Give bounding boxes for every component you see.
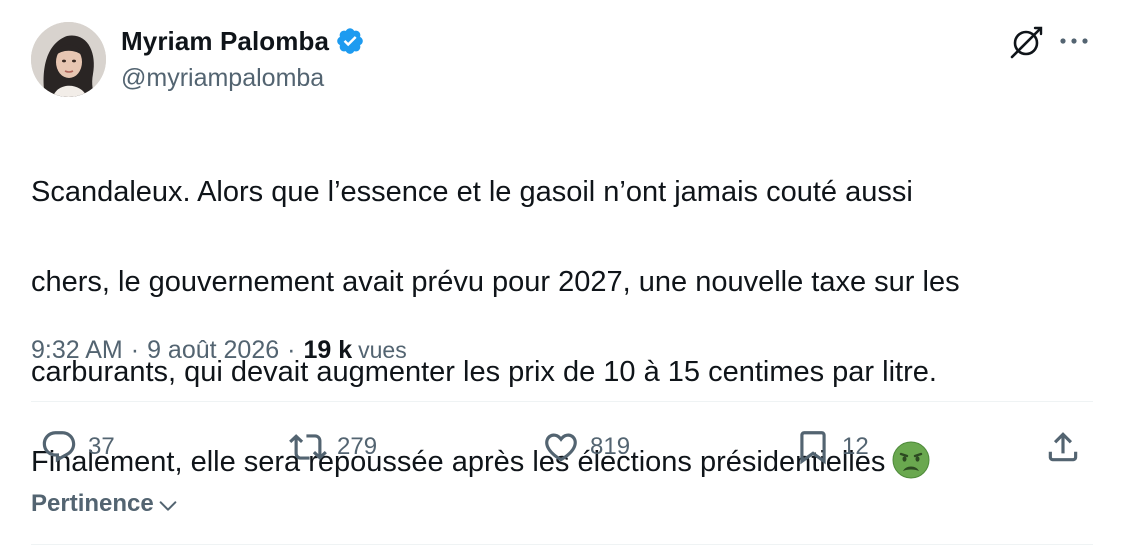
- views-label: vues: [358, 337, 407, 363]
- sort-label: Pertinence: [31, 490, 154, 517]
- bookmark-count: 12: [842, 433, 869, 460]
- avatar-image: [31, 22, 106, 97]
- share-icon: [1048, 432, 1078, 462]
- reply-icon: [42, 431, 76, 463]
- tweet-time[interactable]: 9:32 AM: [31, 336, 123, 365]
- like-count: 819: [590, 433, 631, 460]
- reply-count: 37: [88, 433, 115, 460]
- tweet-meta: 9:32 AM · 9 août 2026 · 19 k vues: [31, 336, 407, 365]
- author-handle[interactable]: @myriampalomba: [121, 64, 324, 93]
- reply-button[interactable]: 37: [40, 426, 115, 468]
- tweet-text: Scandaleux. Alors que l’essence et le ga…: [31, 125, 1091, 530]
- nauseated-face-icon: [891, 440, 931, 480]
- meta-separator: ·: [130, 336, 140, 364]
- tweet-line: Scandaleux. Alors que l’essence et le ga…: [31, 176, 913, 208]
- more-options-icon[interactable]: [1057, 30, 1091, 52]
- bookmark-icon: [800, 431, 826, 465]
- author-name-row: Myriam Palomba: [121, 24, 365, 58]
- reply-sort-dropdown[interactable]: Pertinence: [31, 490, 179, 518]
- post: Myriam Palomba @myriampalomba Scandaleux…: [31, 0, 1093, 545]
- grok-icon[interactable]: [1007, 24, 1045, 62]
- views-count: 19 k: [303, 336, 353, 364]
- heart-icon: [545, 433, 577, 462]
- tweet-line: chers, le gouvernement avait prévu pour …: [31, 266, 960, 298]
- share-button[interactable]: [1044, 426, 1082, 468]
- chevron-down-icon: [159, 501, 177, 511]
- tweet-line-text: Finalement, elle sera repoussée après le…: [31, 446, 886, 478]
- like-button[interactable]: 819: [542, 426, 630, 468]
- meta-separator: ·: [287, 336, 296, 364]
- repost-button[interactable]: 279: [289, 426, 377, 468]
- repost-icon: [289, 434, 327, 460]
- author-name[interactable]: Myriam Palomba: [121, 26, 329, 57]
- divider: [31, 401, 1093, 402]
- tweet-date[interactable]: 9 août 2026: [147, 336, 279, 365]
- bookmark-button[interactable]: 12: [794, 426, 869, 468]
- verified-badge-icon: [335, 26, 365, 56]
- repost-count: 279: [337, 433, 378, 460]
- avatar[interactable]: [31, 22, 106, 97]
